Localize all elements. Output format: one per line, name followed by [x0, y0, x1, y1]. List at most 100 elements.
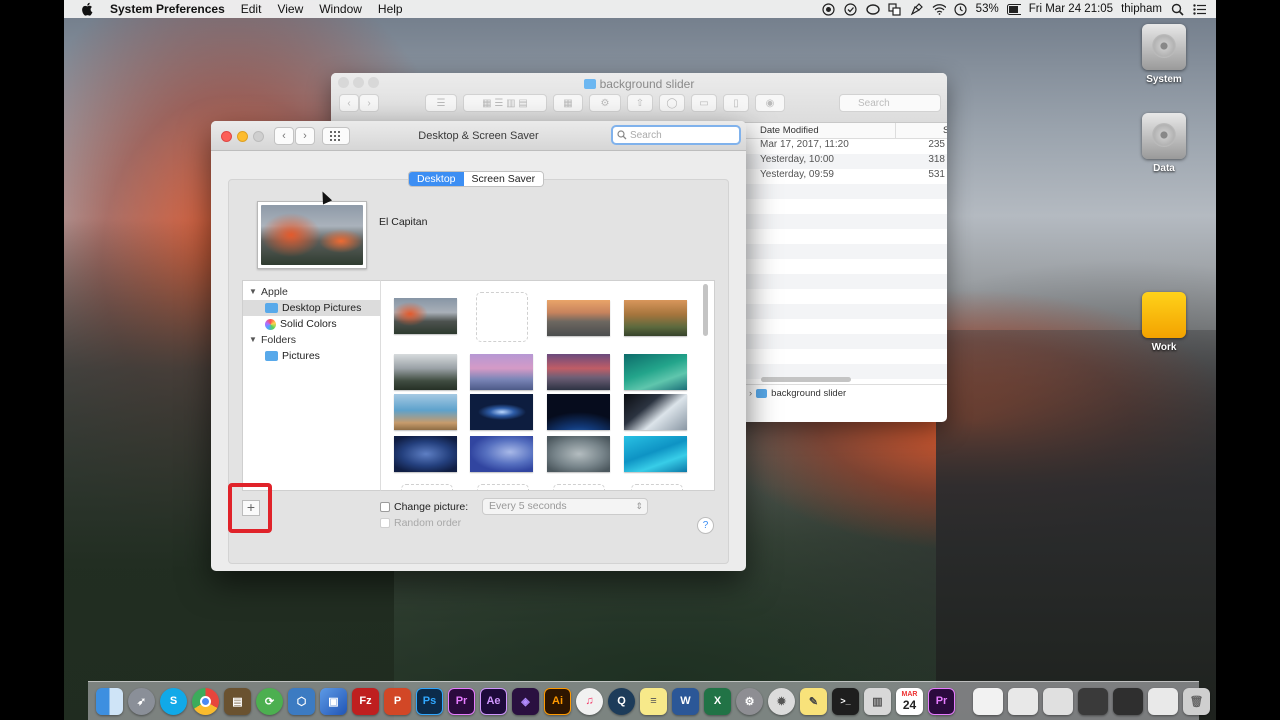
wallpaper-placeholder[interactable] [553, 484, 605, 490]
table-row[interactable]: Mar 17, 2017, 11:20 235 [745, 139, 947, 154]
sidebar-item-desktop-pictures[interactable]: Desktop Pictures [243, 300, 380, 316]
forward-button[interactable]: › [359, 94, 379, 112]
disclosure-triangle-icon[interactable]: ▼ [249, 284, 257, 300]
quick-look-icon[interactable]: ◉ [755, 94, 785, 112]
arrange-button[interactable]: ☰ [425, 94, 457, 112]
itunes-icon[interactable]: ♫ [576, 687, 603, 715]
powerpoint-icon[interactable]: P [384, 687, 411, 715]
wallpaper-placeholder[interactable] [477, 484, 529, 490]
wallpaper-thumbnail[interactable] [394, 436, 457, 472]
new-folder-icon[interactable]: ▭ [691, 94, 717, 112]
skype-icon[interactable]: S [160, 687, 187, 715]
wallpaper-thumbnail[interactable] [394, 298, 457, 334]
word-icon[interactable]: W [672, 687, 699, 715]
premiere-icon[interactable]: Pr [448, 687, 475, 715]
minimized-window-thumb[interactable] [1008, 687, 1038, 715]
back-button[interactable]: ‹ [339, 94, 359, 112]
wifi-icon[interactable] [932, 2, 946, 16]
minimized-window-thumb[interactable] [1078, 687, 1108, 715]
calendar-icon[interactable]: MAR 24 [896, 687, 923, 715]
window-manager-icon[interactable]: ▣ [320, 687, 347, 715]
add-folder-button[interactable]: + [242, 500, 260, 516]
terminal-icon[interactable]: >_ [832, 687, 859, 715]
group-button[interactable]: ▦ [553, 94, 583, 112]
system-preferences-icon[interactable]: ⚙ [736, 687, 763, 715]
sourcetree-icon[interactable]: ⟳ [256, 687, 283, 715]
wallpaper-placeholder[interactable] [401, 484, 453, 490]
change-interval-select[interactable]: Every 5 seconds ⇕ [482, 498, 648, 515]
sidebar-group-apple[interactable]: ▼ Apple [243, 284, 380, 300]
drive-work[interactable]: Work [1134, 292, 1194, 353]
battery-icon[interactable] [1006, 2, 1021, 16]
wallpaper-thumbnail[interactable] [624, 354, 687, 390]
notes-icon[interactable]: ≡ [640, 687, 667, 715]
stickies-icon[interactable]: ✎ [800, 687, 827, 715]
launchpad-icon[interactable]: ➶ [128, 687, 155, 715]
photoshop-icon[interactable]: Ps [416, 687, 443, 715]
trash-icon[interactable]: 🗑 [1183, 687, 1210, 715]
menu-edit[interactable]: Edit [233, 0, 270, 18]
minimized-window-thumb[interactable] [1113, 687, 1143, 715]
trash-icon[interactable]: ▯ [723, 94, 749, 112]
wallpaper-thumbnail[interactable] [624, 436, 687, 472]
creative-cloud-icon[interactable] [865, 2, 880, 16]
virtualbox-icon[interactable]: ⬡ [288, 687, 315, 715]
menu-window[interactable]: Window [311, 0, 370, 18]
horizontal-scrollbar[interactable] [761, 377, 851, 382]
time-machine-icon[interactable] [954, 2, 968, 16]
script-editor-icon[interactable]: ▥ [864, 687, 891, 715]
table-row[interactable]: Yesterday, 09:59 531 [745, 169, 947, 184]
wallpaper-thumbnail[interactable] [624, 300, 687, 336]
tab-screen-saver[interactable]: Screen Saver [463, 172, 544, 186]
wallpaper-thumbnail[interactable] [470, 394, 533, 430]
menu-view[interactable]: View [269, 0, 311, 18]
path-folder-name[interactable]: background slider [771, 388, 846, 399]
share-icon[interactable]: ⇧ [627, 94, 653, 112]
chrome-icon[interactable] [192, 687, 219, 715]
menu-user[interactable]: thipham [1121, 3, 1162, 15]
after-effects-icon[interactable]: Ae [480, 687, 507, 715]
help-button[interactable]: ? [697, 517, 714, 534]
column-date-modified[interactable]: Date Modified [760, 125, 819, 136]
change-picture-checkbox[interactable]: Change picture: [380, 501, 468, 513]
vertical-scrollbar[interactable] [703, 284, 708, 336]
excel-icon[interactable]: X [704, 687, 731, 715]
minimized-window-thumb[interactable] [1148, 687, 1178, 715]
wallpaper-thumbnail[interactable] [470, 436, 533, 472]
apple-menu-icon[interactable] [80, 2, 94, 16]
spotlight-search-icon[interactable] [1170, 2, 1184, 16]
premiere-icon-2[interactable]: Pr [928, 687, 955, 715]
menu-app-name[interactable]: System Preferences [104, 0, 233, 18]
finder-icon[interactable] [96, 687, 123, 715]
tag-icon[interactable]: ◯ [659, 94, 685, 112]
wallpaper-thumbnail[interactable] [394, 394, 457, 430]
wallpaper-thumbnail[interactable] [394, 354, 457, 390]
minimized-window-thumb[interactable] [973, 687, 1003, 715]
wallpaper-placeholder[interactable] [476, 292, 528, 342]
sidebar-group-folders[interactable]: ▼ Folders [243, 332, 380, 348]
table-row[interactable]: Yesterday, 10:00 318 [745, 154, 947, 169]
view-mode-buttons[interactable]: ▦ ☰ ▥ ▤ [463, 94, 547, 112]
wallpaper-thumbnail[interactable] [547, 436, 610, 472]
copy-icon[interactable] [888, 2, 902, 16]
column-size[interactable]: S [943, 125, 947, 136]
illustrator-icon[interactable]: Ai [544, 687, 571, 715]
disclosure-triangle-icon[interactable]: ▼ [249, 332, 257, 348]
finder-search-field[interactable]: Search [839, 94, 941, 112]
wallpaper-thumbnail[interactable] [547, 354, 610, 390]
checkbox-box[interactable] [380, 502, 390, 512]
gear-icon[interactable]: ⚙ [589, 94, 621, 112]
motion-icon[interactable]: ◈ [512, 687, 539, 715]
drive-system[interactable]: System [1134, 24, 1194, 85]
random-order-checkbox[interactable]: Random order [380, 517, 461, 529]
wallpaper-placeholder[interactable] [631, 484, 683, 490]
wallpaper-thumbnail[interactable] [547, 394, 610, 430]
check-circle-icon[interactable] [844, 2, 858, 16]
battery-percent[interactable]: 53% [976, 3, 999, 15]
settings-gear-icon[interactable]: ✹ [768, 687, 795, 715]
checkbox-box[interactable] [380, 518, 390, 528]
pen-tool-icon[interactable] [910, 2, 924, 16]
quicktime-icon[interactable]: Q [608, 687, 635, 715]
tab-desktop[interactable]: Desktop [409, 172, 464, 186]
sidebar-item-pictures[interactable]: Pictures [243, 348, 380, 364]
